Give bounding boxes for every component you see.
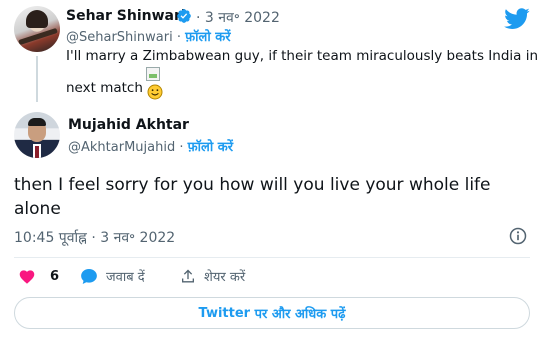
avatar[interactable] [14, 112, 60, 158]
read-more-button[interactable]: Twitter पर और अधिक पढ़ें [14, 297, 530, 329]
twitter-bird-icon[interactable] [504, 8, 530, 30]
verified-badge-icon [177, 9, 191, 23]
broken-image-icon [146, 67, 160, 81]
smiley-icon [147, 84, 163, 100]
follow-link[interactable]: फ़ॉलो करें [188, 140, 233, 155]
author-name[interactable]: Mujahid Akhtar [68, 117, 189, 133]
author-name[interactable]: Sehar Shinwari [66, 8, 186, 24]
author-handle: @SeharShinwari · फ़ॉलो करें [66, 30, 231, 45]
like-count: 6 [50, 268, 60, 284]
follow-link[interactable]: फ़ॉलो करें [185, 30, 230, 45]
share-label: शेयर करें [204, 270, 246, 285]
heart-icon [19, 270, 35, 284]
share-icon [182, 269, 194, 282]
tweet-timestamp[interactable]: 10:45 पूर्वाह्न · 3 नव॰ 2022 [14, 228, 175, 247]
tweet-date[interactable]: · 3 नव॰ 2022 [196, 8, 280, 27]
thread-connector-line [36, 56, 38, 102]
like-button[interactable]: 6 [18, 266, 59, 286]
author-handle: @AkhtarMujahid · फ़ॉलो करें [68, 140, 234, 155]
reply-bubble-icon [81, 268, 97, 284]
tweet-text: then I feel sorry for you how will you l… [14, 175, 491, 219]
parent-tweet[interactable]: Sehar Shinwari · 3 नव॰ 2022 @SeharShinwa… [0, 0, 545, 106]
tweet-text-line: next match [66, 80, 143, 96]
reply-label: जवाब दें [106, 270, 145, 285]
share-button[interactable]: शेयर करें [180, 266, 245, 286]
info-icon[interactable] [508, 226, 528, 246]
reply-button[interactable]: जवाब दें [80, 266, 145, 286]
divider [14, 257, 530, 258]
tweet-text-line: I'll marry a Zimbabwean guy, if their te… [66, 48, 539, 64]
avatar[interactable] [14, 6, 60, 52]
